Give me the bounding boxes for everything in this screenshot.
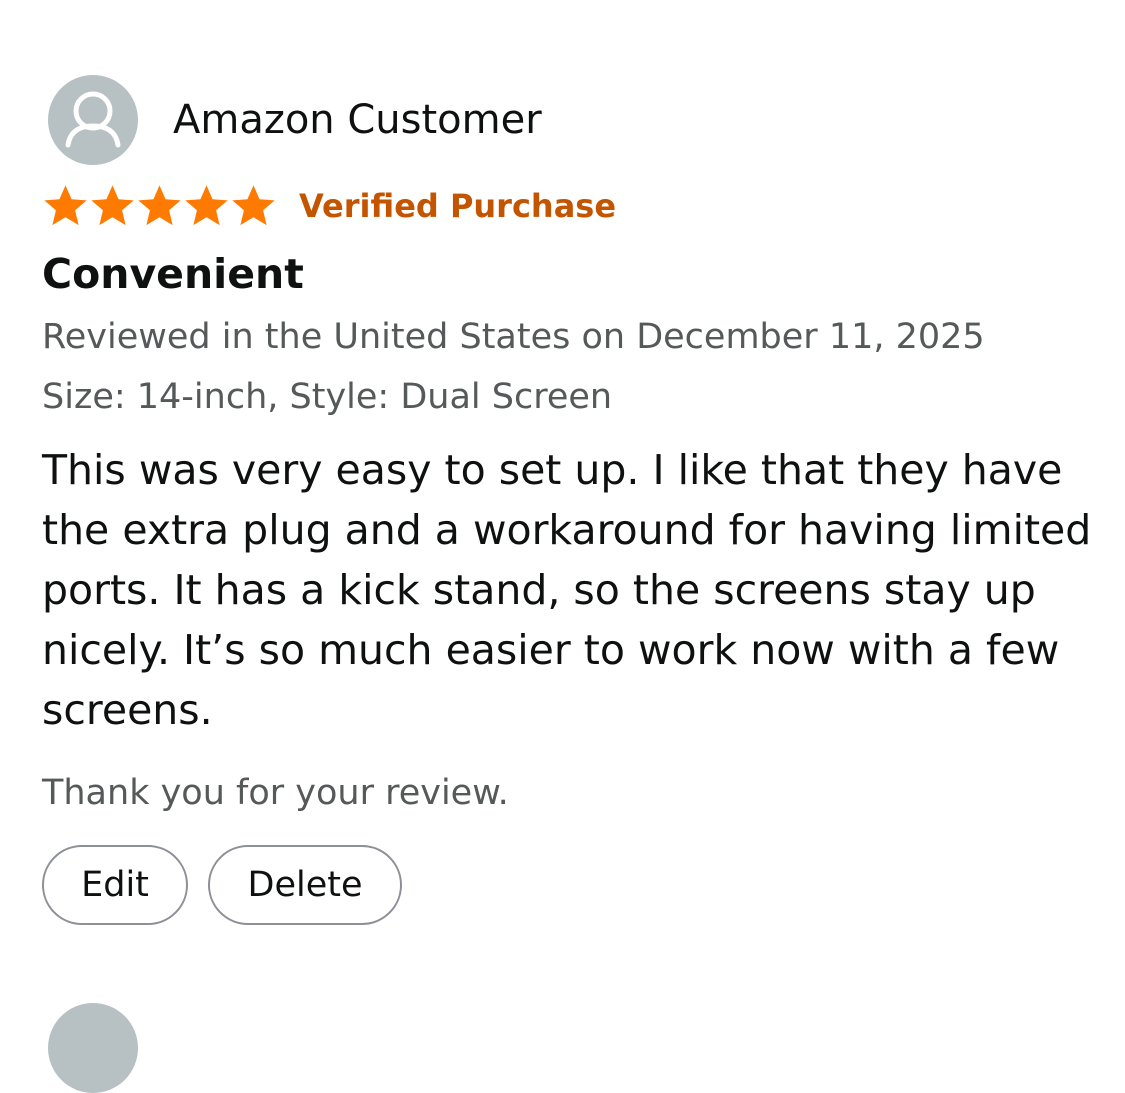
star-icon <box>91 184 134 225</box>
avatar <box>48 75 138 165</box>
reviewer-header: Amazon Customer <box>48 75 542 165</box>
star-icon <box>185 184 228 225</box>
star-icon <box>138 184 181 225</box>
person-silhouette-icon <box>65 91 121 148</box>
star-icon <box>232 184 275 225</box>
edit-button[interactable]: Edit <box>42 845 188 925</box>
review-variant: Size: 14-inch, Style: Dual Screen <box>42 377 613 417</box>
verified-purchase-badge: Verified Purchase <box>299 187 617 225</box>
review-body: This was very easy to set up. I like tha… <box>42 446 1092 734</box>
review-title: Convenient <box>42 250 304 298</box>
review-actions: Edit Delete <box>42 845 402 925</box>
reviewer-name[interactable]: Amazon Customer <box>173 97 542 143</box>
rating-row: Verified Purchase <box>42 180 616 232</box>
thank-you-message: Thank you for your review. <box>42 773 509 813</box>
star-icon <box>44 184 87 225</box>
next-review-avatar <box>48 1003 138 1093</box>
delete-button[interactable]: Delete <box>208 845 402 925</box>
review-date: Reviewed in the United States on Decembe… <box>42 317 985 357</box>
review-card: Amazon Customer Verified Purchase Conven… <box>0 0 1125 1093</box>
star-rating[interactable] <box>42 183 277 230</box>
